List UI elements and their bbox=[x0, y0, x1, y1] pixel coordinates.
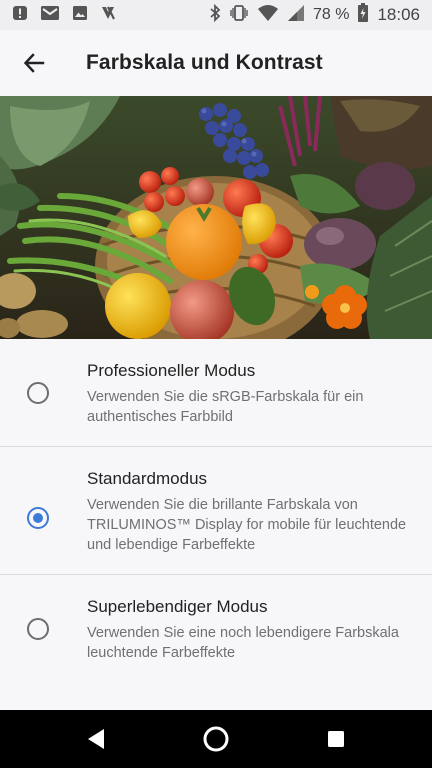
option-standard-mode[interactable]: Standardmodus Verwenden Sie die brillant… bbox=[0, 447, 432, 575]
gmail-icon bbox=[40, 5, 60, 26]
photos-icon bbox=[72, 5, 88, 26]
page-title: Farbskala und Kontrast bbox=[86, 51, 323, 74]
status-bar: 78 % 18:06 bbox=[0, 0, 432, 30]
clip-icon bbox=[100, 5, 116, 26]
radio-standard-mode[interactable] bbox=[27, 507, 49, 529]
radio-super-vivid-mode[interactable] bbox=[27, 618, 49, 640]
radio-professional-mode[interactable] bbox=[27, 382, 49, 404]
option-description: Verwenden Sie die sRGB-Farbskala für ein… bbox=[87, 389, 364, 425]
option-title: Superlebendiger Modus bbox=[87, 597, 268, 616]
radio-selected-dot bbox=[33, 513, 43, 523]
recents-square-icon bbox=[328, 731, 344, 747]
nav-back-button[interactable] bbox=[66, 710, 126, 768]
nav-home-button[interactable] bbox=[186, 710, 246, 768]
option-description: Verwenden Sie die brillante Farbskala vo… bbox=[87, 497, 407, 553]
option-title: Professioneller Modus bbox=[87, 361, 256, 380]
app-bar: Farbskala und Kontrast bbox=[0, 30, 432, 96]
option-description: Verwenden Sie eine noch lebendigere Farb… bbox=[87, 625, 399, 661]
status-bar-system: 78 % 18:06 bbox=[209, 2, 420, 28]
back-triangle-icon bbox=[88, 729, 104, 749]
battery-icon bbox=[357, 2, 369, 28]
option-standard-text: Standardmodus Verwenden Sie die brillant… bbox=[87, 468, 414, 555]
option-title: Standardmodus bbox=[87, 469, 208, 488]
clock-time: 18:06 bbox=[377, 5, 420, 24]
arrow-back-icon bbox=[23, 53, 45, 73]
battery-percentage: 78 % bbox=[312, 6, 350, 23]
option-professional-mode[interactable]: Professioneller Modus Verwenden Sie die … bbox=[0, 339, 432, 447]
option-super-vivid-text: Superlebendiger Modus Verwenden Sie eine… bbox=[87, 596, 414, 663]
color-gamut-options: Professioneller Modus Verwenden Sie die … bbox=[0, 339, 432, 683]
option-professional-text: Professioneller Modus Verwenden Sie die … bbox=[87, 360, 414, 427]
navigation-bar bbox=[0, 710, 432, 768]
home-circle-icon bbox=[203, 726, 229, 752]
vegetable-basket-photo bbox=[0, 96, 432, 339]
status-bar-notifications bbox=[12, 5, 116, 26]
option-super-vivid-mode[interactable]: Superlebendiger Modus Verwenden Sie eine… bbox=[0, 575, 432, 683]
wifi-icon bbox=[257, 4, 279, 27]
back-button[interactable] bbox=[19, 48, 49, 78]
nav-recents-button[interactable] bbox=[306, 710, 366, 768]
bluetooth-icon bbox=[209, 3, 221, 27]
signal-icon bbox=[287, 4, 305, 27]
notification-alert-icon bbox=[12, 5, 28, 26]
vibrate-icon bbox=[229, 4, 249, 27]
